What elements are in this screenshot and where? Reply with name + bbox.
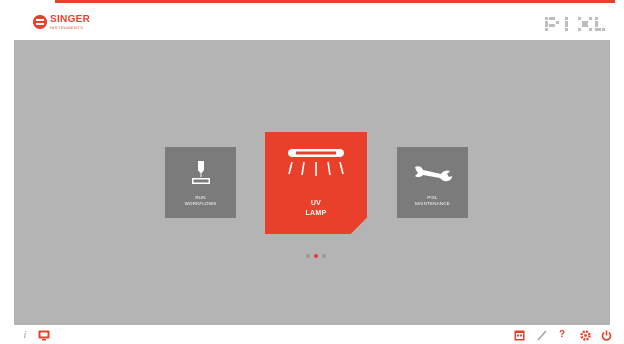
wrench-icon <box>413 161 453 185</box>
uv-lamp-label-line2: LAMP <box>305 210 327 217</box>
monitor-icon[interactable] <box>38 329 50 341</box>
uv-lamp-icon <box>283 148 349 183</box>
pencil-icon[interactable] <box>535 329 547 341</box>
pagination-dot[interactable] <box>306 254 310 258</box>
brand-subtitle: INSTRUMENTS <box>50 24 84 30</box>
power-icon[interactable] <box>600 329 612 341</box>
help-icon[interactable]: ? <box>556 329 568 341</box>
dispenser-icon <box>190 161 212 185</box>
pixl-maintenance-tile[interactable]: PIXL MAINTENANCE <box>397 147 468 218</box>
settings-icon[interactable] <box>579 329 591 341</box>
singer-logo-icon <box>33 15 47 29</box>
pixl-maintenance-label-line2: MAINTENANCE <box>415 201 450 206</box>
uv-lamp-label-line1: UV <box>310 200 322 207</box>
brand-name: SINGER <box>50 13 91 25</box>
info-icon-glyph: i <box>23 329 27 341</box>
footer-bar: i ? <box>0 325 624 344</box>
carousel-pagination <box>306 254 326 258</box>
singer-logo: SINGER INSTRUMENTS <box>33 14 90 30</box>
uv-lamp-tile[interactable]: UV LAMP <box>265 132 367 234</box>
calendar-icon[interactable] <box>513 329 525 341</box>
help-icon-glyph: ? <box>558 329 566 340</box>
pagination-dot[interactable] <box>322 254 326 258</box>
menu-carousel: RUN WORKFLOWS UV LAMP PIXL MAINTENANCE <box>14 40 610 325</box>
run-workflows-tile[interactable]: RUN WORKFLOWS <box>165 147 236 218</box>
pagination-dot-active[interactable] <box>314 254 318 258</box>
pixl-logo-icon <box>545 17 608 31</box>
run-workflows-label-line2: WORKFLOWS <box>184 201 217 206</box>
header-bar: SINGER INSTRUMENTS <box>0 3 624 39</box>
info-icon[interactable]: i <box>19 329 31 341</box>
